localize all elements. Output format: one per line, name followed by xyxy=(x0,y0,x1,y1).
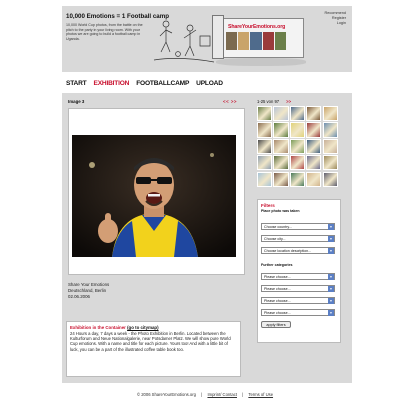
category-select-value: Please choose... xyxy=(264,287,291,291)
exhibition-photo[interactable] xyxy=(72,135,236,257)
thumbnail-image[interactable] xyxy=(306,155,322,171)
nav-footballcamp[interactable]: FOOTBALLCAMP xyxy=(136,80,189,87)
thumbnail-image[interactable] xyxy=(273,171,289,187)
exhibition-info-title: Exhibition in the Container (go to citym… xyxy=(70,325,237,330)
thumbnail-range: 1-25 von 97 xyxy=(257,99,280,104)
dropdown-arrow-icon: ▼ xyxy=(328,298,334,304)
citymap-link[interactable]: (go to citymap) xyxy=(127,325,158,330)
header-intro-text: 10,000 World Cup photos, from the battle… xyxy=(66,23,143,41)
city-select-value: Choose city... xyxy=(264,237,286,241)
exhibition-info-box: Exhibition in the Container (go to citym… xyxy=(66,321,241,377)
nav-upload[interactable]: UPLOAD xyxy=(196,80,223,87)
filters-title: Filters xyxy=(261,203,275,208)
thumbnail-image[interactable] xyxy=(273,138,289,154)
category-select-value: Please choose... xyxy=(264,299,291,303)
thumbnail-image[interactable] xyxy=(289,106,305,122)
city-select[interactable]: Choose city... ▼ xyxy=(261,235,335,242)
thumbnail-image[interactable] xyxy=(273,122,289,138)
category-select-4[interactable]: Please choose... ▼ xyxy=(261,309,335,316)
location-select-value: Choose location description... xyxy=(264,249,312,253)
thumbnail-image[interactable] xyxy=(257,122,273,138)
account-links: Recommend Register Login xyxy=(324,11,346,26)
main-panel: Image 3 << >> Share Your Emotions Deutsc… xyxy=(62,93,352,383)
dropdown-arrow-icon: ▼ xyxy=(328,224,334,230)
thumbnail-image[interactable] xyxy=(306,106,322,122)
filters-place-label: Place photo was taken xyxy=(261,209,300,213)
further-categories-label: Further categories xyxy=(261,263,293,267)
thumbnail-image[interactable] xyxy=(257,106,273,122)
image-prev-next[interactable]: << >> xyxy=(223,99,237,104)
category-select-value: Please choose... xyxy=(264,275,291,279)
thumbnail-image[interactable] xyxy=(322,155,338,171)
thumbnail-image[interactable] xyxy=(306,171,322,187)
thumbnail-image[interactable] xyxy=(289,171,305,187)
photo-caption: Share Your Emotions Deutschland, Berlin … xyxy=(68,282,109,299)
thumbnail-image[interactable] xyxy=(322,122,338,138)
caption-date: 02.06.2006 xyxy=(68,293,90,299)
image-label: Image 3 xyxy=(68,99,85,104)
container-brand-logo: ShareYourEmotions.org xyxy=(228,24,286,30)
thumbnail-next-arrow[interactable]: >> xyxy=(286,99,291,104)
thumbnail-image[interactable] xyxy=(322,138,338,154)
country-select-value: Choose country... xyxy=(264,225,292,229)
caption-author: Share Your Emotions xyxy=(68,282,110,287)
thumbnail-image[interactable] xyxy=(322,106,338,122)
container-shadow xyxy=(216,58,306,66)
nav-exhibition[interactable]: EXHIBITION xyxy=(94,80,130,87)
dropdown-arrow-icon: ▼ xyxy=(328,236,334,242)
dropdown-arrow-icon: ▼ xyxy=(328,310,334,316)
football-sketch-illustration xyxy=(153,20,215,63)
site-header: 10,000 Emotions = 1 Football camp 10,000… xyxy=(62,6,352,72)
exhibition-info-heading: Exhibition in the Container xyxy=(70,325,126,330)
thumbnail-image[interactable] xyxy=(289,122,305,138)
nav-start[interactable]: START xyxy=(66,80,87,87)
imprint-contact-link[interactable]: Imprint/ Contact xyxy=(207,392,237,397)
footer-separator: | xyxy=(242,392,244,397)
category-select-value: Please choose... xyxy=(264,311,291,315)
main-nav: START EXHIBITION FOOTBALLCAMP UPLOAD xyxy=(66,78,223,88)
thumbnail-image[interactable] xyxy=(257,155,273,171)
thumbnail-image[interactable] xyxy=(289,155,305,171)
thumbnail-header: 1-25 von 97 >> xyxy=(257,99,291,104)
thumbnail-image[interactable] xyxy=(306,138,322,154)
filters-panel: Filters Place photo was taken Choose cou… xyxy=(257,199,341,343)
apply-filters-button[interactable]: apply filters xyxy=(261,321,291,328)
terms-of-use-link[interactable]: Terms of Use xyxy=(248,392,273,397)
dropdown-arrow-icon: ▼ xyxy=(328,274,334,280)
category-select-3[interactable]: Please choose... ▼ xyxy=(261,297,335,304)
image-frame xyxy=(68,108,245,275)
thumbnail-image[interactable] xyxy=(257,171,273,187)
category-select-2[interactable]: Please choose... ▼ xyxy=(261,285,335,292)
container-photo-strip xyxy=(226,32,287,50)
thumbnail-image[interactable] xyxy=(322,171,338,187)
location-select[interactable]: Choose location description... ▼ xyxy=(261,247,335,254)
thumbnail-image[interactable] xyxy=(306,122,322,138)
fan-photo-illustration xyxy=(72,135,236,257)
exhibition-info-text: 24 Hours a day, 7 days a week - the Phot… xyxy=(70,331,231,352)
footer-separator: | xyxy=(201,392,203,397)
caption-location: Deutschland, Berlin xyxy=(68,287,107,293)
container-door xyxy=(212,15,224,59)
thumbnail-image[interactable] xyxy=(273,155,289,171)
exhibition-container-image: ShareYourEmotions.org xyxy=(212,14,307,70)
dropdown-arrow-icon: ▼ xyxy=(328,248,334,254)
login-link[interactable]: Login xyxy=(324,21,346,26)
thumbnail-image[interactable] xyxy=(257,138,273,154)
country-select[interactable]: Choose country... ▼ xyxy=(261,223,335,230)
footer-copyright: © 2006 ShareYourEmotions.org xyxy=(136,392,196,397)
dropdown-arrow-icon: ▼ xyxy=(328,286,334,292)
category-select-1[interactable]: Please choose... ▼ xyxy=(261,273,335,280)
site-footer: © 2006 ShareYourEmotions.org | Imprint/ … xyxy=(0,392,410,397)
thumbnail-image[interactable] xyxy=(289,138,305,154)
thumbnail-image[interactable] xyxy=(273,106,289,122)
thumbnail-grid xyxy=(257,106,341,187)
